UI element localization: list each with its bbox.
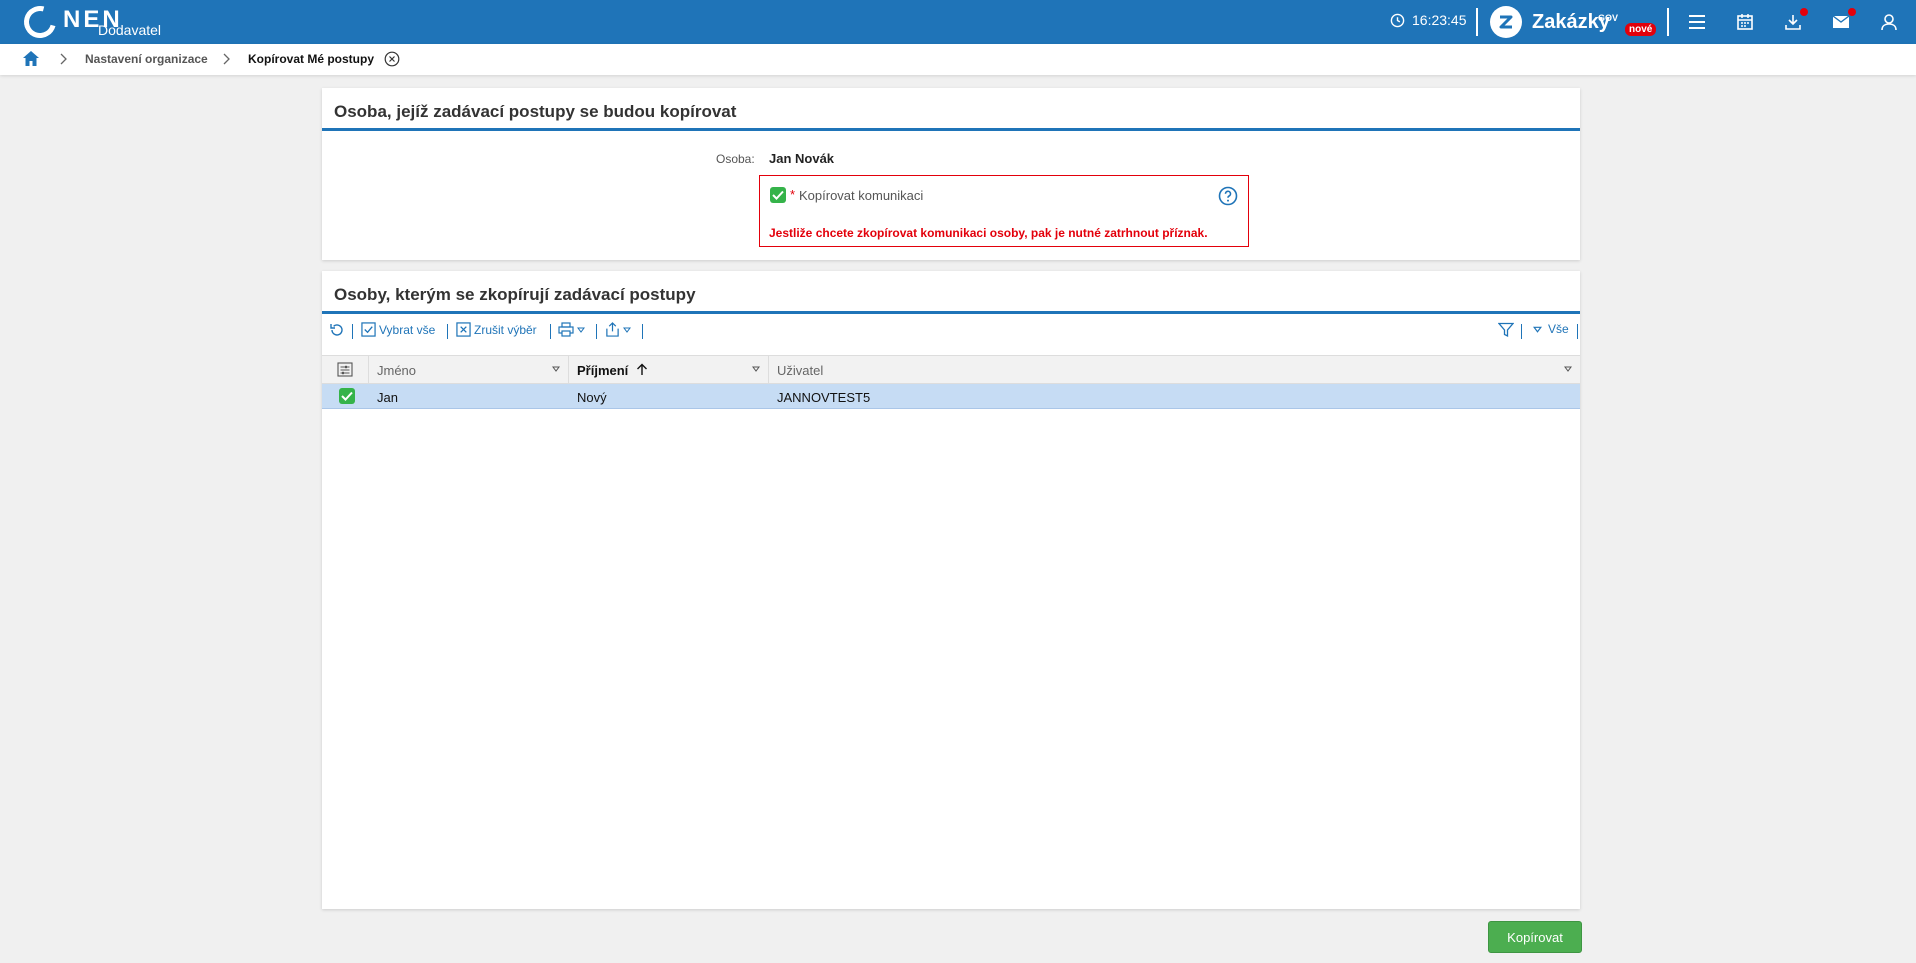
home-icon[interactable] — [22, 50, 40, 70]
column-filter-icon[interactable] — [552, 366, 560, 372]
dropdown-triangle-icon — [623, 327, 631, 333]
download-icon[interactable] — [1782, 8, 1808, 33]
session-clock: 16:23:45 — [1390, 12, 1467, 28]
close-tab-icon[interactable] — [384, 51, 400, 67]
copy-communication-label: Kopírovat komunikaci — [799, 188, 924, 203]
notification-dot — [1800, 8, 1808, 16]
toolbar-separator — [352, 324, 353, 339]
menu-icon[interactable] — [1686, 11, 1708, 33]
nen-logo-ring-icon — [18, 0, 62, 44]
dropdown-triangle-icon — [577, 327, 585, 333]
required-asterisk: * — [790, 187, 796, 202]
refresh-icon — [330, 324, 343, 336]
breadcrumb-nastaveni-organizace[interactable]: Nastavení organizace — [85, 52, 208, 66]
sort-ascending-icon — [636, 363, 647, 375]
zakazky-logo-icon — [1490, 6, 1522, 38]
row-select-checkbox[interactable] — [339, 388, 355, 404]
select-all-label: Vybrat vše — [379, 322, 436, 337]
export-icon — [606, 322, 619, 337]
select-all-icon — [361, 322, 376, 337]
select-all-button[interactable]: Vybrat vše — [361, 322, 435, 337]
column-label: Příjmení — [577, 363, 629, 378]
chevron-right-icon — [60, 53, 67, 65]
filter-icon — [1498, 322, 1514, 338]
cancel-selection-button[interactable]: Zrušit výběr — [456, 322, 537, 337]
clock-time: 16:23:45 — [1412, 12, 1467, 28]
column-header-prijmeni[interactable]: Příjmení — [569, 356, 769, 383]
print-button[interactable] — [558, 322, 588, 337]
source-person-panel: Osoba, jejíž zadávací postupy se budou k… — [322, 88, 1580, 260]
zakazky-gov: GOV — [1598, 13, 1619, 23]
column-filter-icon[interactable] — [752, 366, 760, 372]
logo-subtitle: Dodavatel — [98, 22, 162, 38]
calendar-icon[interactable] — [1734, 11, 1756, 33]
copy-communication-checkbox[interactable] — [770, 187, 786, 203]
column-header-jmeno[interactable]: Jméno — [369, 356, 569, 383]
column-label: Jméno — [377, 363, 417, 378]
cell-prijmeni: Nový — [577, 390, 607, 405]
toolbar-separator — [642, 324, 643, 339]
breadcrumb-current: Kopírovat Mé postupy — [248, 52, 375, 66]
top-header: NEN Dodavatel 16:23:45 Zakázky GOV nové — [0, 0, 1916, 44]
toolbar-separator — [1577, 324, 1578, 339]
deselect-icon — [456, 322, 471, 337]
column-label: Uživatel — [777, 363, 824, 378]
mail-icon[interactable] — [1830, 8, 1856, 33]
column-filter-icon[interactable] — [1564, 366, 1572, 372]
clock-icon — [1390, 13, 1405, 27]
filter-all-label: Vše — [1548, 322, 1569, 336]
header-divider — [1667, 8, 1669, 36]
filter-all-dropdown[interactable]: Vše — [1533, 322, 1569, 336]
check-icon — [341, 391, 353, 401]
copy-button[interactable]: Kopírovat — [1488, 921, 1582, 953]
header-divider — [1476, 8, 1478, 36]
export-button[interactable] — [605, 322, 634, 337]
column-settings-button[interactable] — [322, 356, 369, 383]
zakazky-link[interactable]: Zakázky GOV nové — [1490, 6, 1657, 38]
refresh-button[interactable] — [329, 322, 348, 338]
osoba-value: Jan Novák — [769, 151, 835, 166]
column-settings-icon — [337, 362, 353, 377]
panel-title: Osoba, jejíž zadávací postupy se budou k… — [322, 88, 1580, 131]
toolbar-separator — [550, 324, 551, 339]
validation-message: Jestliže chcete zkopírovat komunikaci os… — [769, 226, 1208, 240]
filter-button[interactable] — [1498, 322, 1517, 338]
toolbar-separator — [596, 324, 597, 339]
cell-jmeno: Jan — [377, 390, 398, 405]
osoba-label: Osoba: — [716, 152, 755, 166]
target-persons-panel: Osoby, kterým se zkopírují zadávací post… — [322, 271, 1580, 909]
chevron-right-icon — [223, 53, 230, 65]
breadcrumb: Nastavení organizace Kopírovat Mé postup… — [0, 44, 1916, 75]
toolbar-separator — [1521, 324, 1522, 339]
toolbar-separator — [447, 324, 448, 339]
column-header-uzivatel[interactable]: Uživatel — [769, 356, 1580, 383]
user-icon[interactable] — [1878, 11, 1900, 33]
grid-header: Jméno Příjmení Uživatel — [322, 355, 1580, 384]
table-row[interactable]: Jan Nový JANNOVTEST5 — [322, 384, 1580, 409]
cell-uzivatel: JANNOVTEST5 — [777, 390, 871, 405]
zakazky-new-badge: nové — [1625, 23, 1657, 36]
grid-toolbar: Vybrat vše Zrušit výběr Vše — [322, 317, 1580, 345]
printer-icon — [558, 322, 574, 337]
copy-communication-field: * Kopírovat komunikaci Jestliže chcete z… — [759, 175, 1249, 247]
help-icon[interactable] — [1218, 186, 1238, 206]
notification-dot — [1848, 8, 1856, 16]
check-icon — [772, 190, 784, 200]
cancel-selection-label: Zrušit výběr — [474, 322, 537, 337]
dropdown-triangle-icon — [1533, 326, 1542, 333]
panel-title: Osoby, kterým se zkopírují zadávací post… — [322, 271, 1580, 314]
